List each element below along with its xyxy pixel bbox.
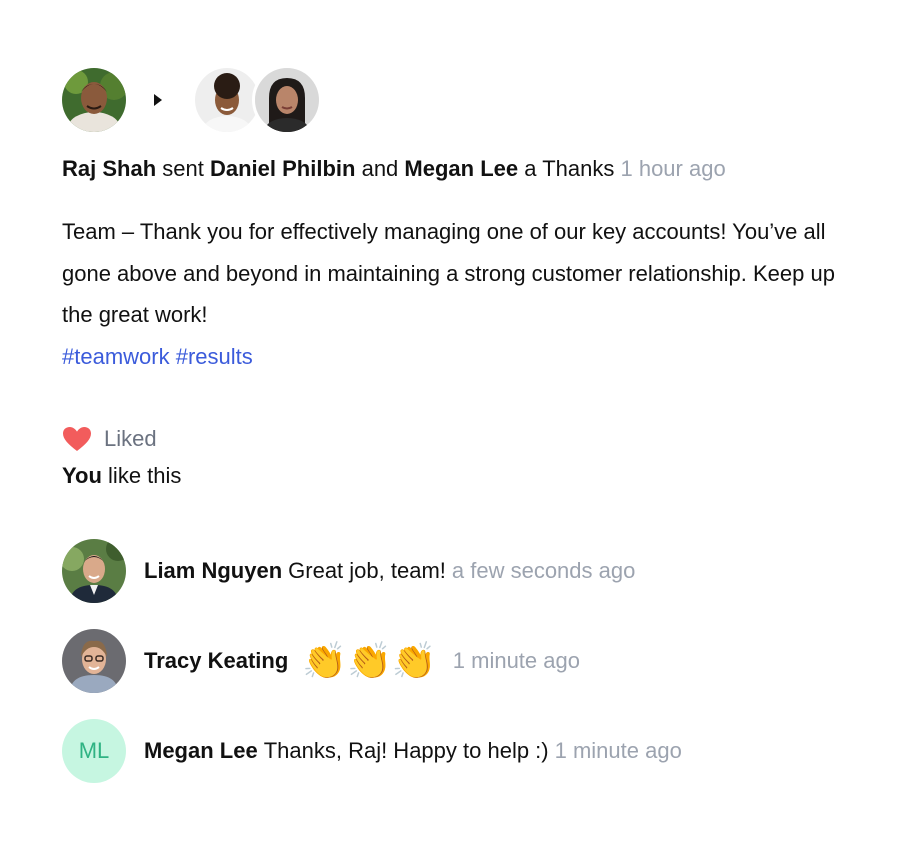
like-summary: You like this [62,461,862,491]
recipients-avatars [192,65,322,135]
comment-author[interactable]: Megan Lee [144,738,258,764]
post-hashtags[interactable]: #teamwork #results [62,336,862,378]
post-message: Team – Thank you for effectively managin… [62,219,835,327]
comment-item: ML Megan Lee Thanks, Raj! Happy to help … [62,719,862,783]
comment-author[interactable]: Tracy Keating [144,648,288,674]
sender-avatar[interactable] [62,68,126,132]
headline-sent: sent [162,156,204,181]
commenter-avatar-liam[interactable] [62,539,126,603]
sender-name[interactable]: Raj Shah [62,156,156,181]
post-timestamp: 1 hour ago [620,156,726,181]
like-button[interactable]: Liked [62,421,862,457]
comment-timestamp: 1 minute ago [452,648,580,673]
comment-item: Tracy Keating 👏👏👏 1 minute ago [62,629,862,693]
like-summary-text: like this [108,463,182,488]
heart-icon [63,427,91,451]
comments-list: Liam Nguyen Great job, team! a few secon… [62,539,862,783]
like-summary-you: You [62,463,102,488]
commenter-avatar-tracy[interactable] [62,629,126,693]
comment-timestamp: 1 minute ago [554,738,682,763]
comment-text: Thanks, Raj! Happy to help :) [263,738,549,763]
commenter-initials-avatar[interactable]: ML [62,719,126,783]
recipient-name-1[interactable]: Daniel Philbin [210,156,355,181]
comment-author[interactable]: Liam Nguyen [144,558,282,584]
comment-timestamp: a few seconds ago [451,558,636,583]
arrow-right-icon [154,94,162,106]
comment-text: Great job, team! [288,558,446,583]
participants-row [62,65,862,135]
recognition-post: Raj Shah sent Daniel Philbin and Megan L… [62,65,862,809]
comment-item: Liam Nguyen Great job, team! a few secon… [62,539,862,603]
headline-and: and [361,156,399,181]
liked-label: Liked [104,426,157,451]
clapping-hands-emoji: 👏👏👏 [302,640,437,681]
post-headline: Raj Shah sent Daniel Philbin and Megan L… [62,154,862,184]
recipient-avatar-megan[interactable] [252,65,322,135]
recipient-name-2[interactable]: Megan Lee [404,156,518,181]
headline-a-thanks: a Thanks [524,156,615,181]
